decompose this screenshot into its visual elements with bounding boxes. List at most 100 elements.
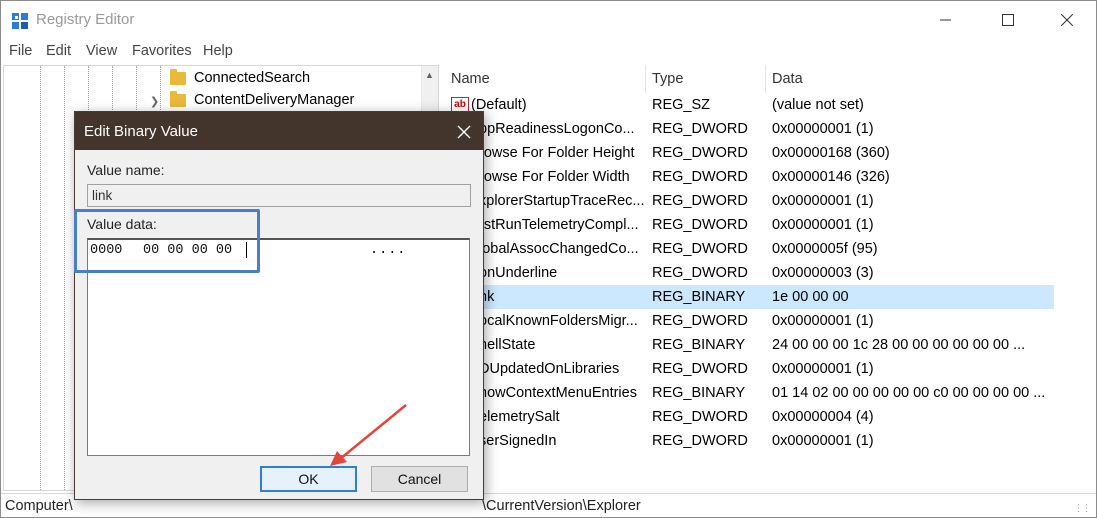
cell-type: REG_DWORD [652,361,748,377]
table-row[interactable]: xplorerStartupTraceRec... REG_DWORD 0x0000… [443,189,1054,213]
cell-type: REG_DWORD [652,433,748,449]
table-row[interactable]: DUpdatedOnLibraries REG_DWORD 0x00000001 (… [443,357,1054,381]
cell-data: 0x00000001 (1) [772,313,874,329]
cell-type: REG_DWORD [652,169,748,185]
cell-name: DUpdatedOnLibraries [479,361,620,377]
tree-item-connectedsearch[interactable]: ConnectedSearch [170,67,310,89]
resize-grip-icon[interactable]: ⋮⋮ [1074,503,1091,514]
menu-help[interactable]: Help [203,43,233,59]
cell-data: 0x00000001 (1) [772,217,874,233]
table-row[interactable]: lobalAssocChangedCo... REG_DWORD 0x0000005… [443,237,1054,261]
cell-data: 0x00000001 (1) [772,361,874,377]
table-row[interactable]: howContextMenuEntries REG_BINARY 01 14 02 … [443,381,1054,405]
menu-favorites[interactable]: Favorites [132,43,192,59]
cell-name: onUnderline [479,265,558,281]
minimize-icon [940,19,951,21]
registry-editor-icon [12,13,28,29]
cell-type: REG_DWORD [652,217,748,233]
table-row[interactable]: nk REG_BINARY 1e 00 00 00 [443,285,1054,309]
cell-data: (value not set) [772,97,864,113]
cell-type: REG_BINARY [652,337,746,353]
cell-name: serSignedIn [479,433,557,449]
cell-data: 0x00000001 (1) [772,121,874,137]
cell-type: REG_DWORD [652,193,748,209]
cell-data: 0x00000168 (360) [772,145,890,161]
cell-data: 0x00000004 (4) [772,409,874,425]
cell-name: hellState [479,337,536,353]
cell-data: 01 14 02 00 00 00 00 00 c0 00 00 00 00 .… [772,385,1046,401]
menu-view[interactable]: View [86,43,117,59]
cell-name: elemetrySalt [479,409,560,425]
cell-name: nk [479,289,495,305]
value-name-field: link [87,184,471,207]
tree-item-contentdeliverymanager[interactable]: ContentDeliveryManager [170,89,354,111]
column-header-name[interactable]: Name [451,65,490,93]
table-row[interactable]: ab (Default) REG_SZ (value not set) [443,93,1054,117]
cell-name: lobalAssocChangedCo... [479,241,639,257]
cell-type: REG_DWORD [652,241,748,257]
maximize-button[interactable] [985,1,1031,39]
cell-data: 24 00 00 00 1c 28 00 00 00 00 00 00 ... [772,337,1026,353]
menu-file[interactable]: File [9,43,32,59]
window-title: Registry Editor [36,11,135,28]
tree-item-label: ConnectedSearch [194,70,311,86]
cell-type: REG_BINARY [652,289,746,305]
table-row[interactable]: elemetrySalt REG_DWORD 0x00000004 (4) [443,405,1054,429]
folder-icon [170,68,186,85]
table-row[interactable]: serSignedIn REG_DWORD 0x00000001 (1) [443,429,1054,453]
cell-type: REG_DWORD [652,121,748,137]
cell-data: 0x00000001 (1) [772,433,874,449]
folder-icon [170,90,186,107]
table-row[interactable]: rowse For Folder Height REG_DWORD 0x000001… [443,141,1054,165]
close-icon [1061,14,1073,26]
cell-data: 1e 00 00 00 [772,289,849,305]
cell-type: REG_DWORD [652,145,748,161]
chevron-right-icon[interactable]: ❯ [150,95,159,108]
table-row[interactable]: ppReadinessLogonCo... REG_DWORD 0x00000001… [443,117,1054,141]
column-header-type[interactable]: Type [652,65,683,93]
tree-guide-line [64,66,65,490]
cell-name: howContextMenuEntries [479,385,637,401]
value-data-highlight-box [74,209,260,273]
menu-edit[interactable]: Edit [46,43,71,59]
cell-type: REG_BINARY [652,385,746,401]
table-row[interactable]: hellState REG_BINARY 24 00 00 00 1c 28 00 … [443,333,1054,357]
edit-binary-value-dialog: Edit Binary Value Value name: link Value… [74,111,484,500]
table-row[interactable]: ocalKnownFoldersMigr... REG_DWORD 0x000000… [443,309,1054,333]
column-header-data[interactable]: Data [772,65,803,93]
minimize-button[interactable] [923,1,969,39]
ok-button[interactable]: OK [260,466,357,492]
table-row[interactable]: onUnderline REG_DWORD 0x00000003 (3) [443,261,1054,285]
menu-bar: File Edit View Favorites Help [1,39,1096,63]
tree-item-label: ContentDeliveryManager [194,92,355,108]
cell-type: REG_DWORD [652,313,748,329]
cell-name: rowse For Folder Width [479,169,630,185]
cell-name: (Default) [471,97,527,113]
column-separator[interactable] [765,65,766,93]
cell-data: 0x00000001 (1) [772,193,874,209]
dialog-title-bar[interactable]: Edit Binary Value [75,112,483,150]
cell-type: REG_DWORD [652,409,748,425]
cell-name: xplorerStartupTraceRec... [479,193,645,209]
cell-data: 0x00000146 (326) [772,169,890,185]
column-separator[interactable] [645,65,646,93]
cell-name: rowse For Folder Height [479,145,635,161]
cell-name: ppReadinessLogonCo... [479,121,635,137]
close-icon [457,125,471,139]
close-window-button[interactable] [1044,1,1090,39]
scroll-up-icon[interactable]: ▲ [425,70,434,80]
table-row[interactable]: rowse For Folder Width REG_DWORD 0x0000014… [443,165,1054,189]
cell-data: 0x00000003 (3) [772,265,874,281]
cell-name: ocalKnownFoldersMigr... [479,313,638,329]
cancel-button[interactable]: Cancel [371,466,468,492]
title-bar[interactable]: Registry Editor [1,1,1096,39]
dialog-close-button[interactable] [457,118,471,145]
value-name-label: Value name: [87,162,165,178]
status-path-start: Computer\ [5,498,73,514]
values-list-pane[interactable]: Name Type Data ab (Default) REG_SZ (value n… [443,65,1096,491]
maximize-icon [1002,14,1014,26]
cell-type: REG_DWORD [652,265,748,281]
cell-name: rstRunTelemetryCompl... [479,217,639,233]
table-row[interactable]: rstRunTelemetryCompl... REG_DWORD 0x000000… [443,213,1054,237]
ascii-view: .... [370,243,407,258]
